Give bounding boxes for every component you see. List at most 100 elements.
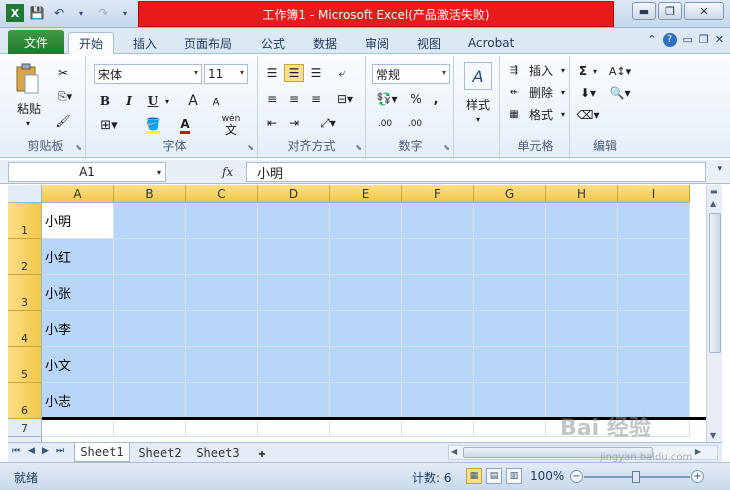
name-box[interactable]: A1 ▾ [8,162,166,182]
cell[interactable] [474,275,546,311]
cell[interactable] [186,311,258,347]
increase-indent-icon[interactable]: ⇥ [284,114,304,132]
dialog-launcher-icon[interactable]: ⬊ [247,143,254,152]
cell[interactable] [402,383,474,419]
cell[interactable] [186,203,258,239]
cell[interactable] [402,239,474,275]
select-all-corner[interactable] [8,185,42,203]
cell[interactable] [114,419,186,437]
font-name-combo[interactable]: 宋体 ▾ [94,64,202,84]
cell[interactable] [402,311,474,347]
chevron-down-icon[interactable]: ▾ [116,4,134,22]
cell[interactable] [258,419,330,437]
restore-icon[interactable]: ❐ [699,33,709,47]
undo-icon[interactable]: ↶ [50,4,68,22]
row-header[interactable]: 6 [8,383,42,419]
sheet-tab-1[interactable]: Sheet1 [74,443,130,462]
align-left-icon[interactable]: ≡ [262,90,282,108]
cell[interactable] [474,383,546,419]
excel-logo-icon[interactable]: X [6,4,24,22]
paste-button[interactable]: 粘贴 [12,100,46,116]
styles-icon[interactable]: A [464,62,492,90]
phonetic-guide-icon[interactable]: wén 文 [216,114,246,136]
cell[interactable] [258,203,330,239]
redo-icon[interactable]: ↷ [94,4,112,22]
zoom-slider[interactable]: − + [570,470,704,484]
cell[interactable] [402,419,474,437]
cell[interactable] [114,347,186,383]
row-header[interactable]: 4 [8,311,42,347]
clear-icon[interactable]: ⌫▾ [576,106,600,124]
cell-a6[interactable]: 小志 [42,383,114,419]
normal-view-icon[interactable]: ▦ [466,468,482,484]
last-sheet-icon[interactable]: ⏭ [56,446,64,456]
column-header-e[interactable]: E [330,185,402,203]
row-header[interactable]: 1 [8,203,42,239]
wrap-text-icon[interactable]: ⤶ [332,64,352,82]
tab-insert[interactable]: 插入 [133,32,157,54]
paste-icon[interactable] [12,62,42,96]
align-right-icon[interactable]: ≡ [306,90,326,108]
help-icon[interactable]: ? [662,33,677,47]
expand-formula-bar-icon[interactable]: ▾ [717,164,722,174]
tab-formulas[interactable]: 公式 [261,32,285,54]
scroll-down-icon[interactable]: ▼ [710,431,716,440]
font-size-combo[interactable]: 11 ▾ [204,64,248,84]
cell[interactable] [402,203,474,239]
cell[interactable] [474,347,546,383]
column-header-c[interactable]: C [186,185,258,203]
align-top-icon[interactable]: ☰ [262,64,282,82]
column-header-i[interactable]: I [618,185,690,203]
column-header-a[interactable]: A [42,185,114,203]
cell[interactable] [402,275,474,311]
cell[interactable] [114,275,186,311]
cell[interactable] [330,311,402,347]
align-middle-icon[interactable]: ☰ [284,64,304,82]
chevron-down-icon[interactable]: ▾ [558,62,568,78]
cell[interactable] [618,311,690,347]
worksheet-grid[interactable]: A B C D E F G H I 1 小明 2 小红 3 小张 4 小李 5 … [8,185,706,442]
chevron-down-icon[interactable]: ▾ [590,62,600,80]
zoom-level[interactable]: 100% [530,469,564,483]
cell[interactable] [114,383,186,419]
close-icon[interactable]: ✕ [715,33,724,47]
fill-icon[interactable]: ⬇▾ [576,84,600,102]
formula-input[interactable]: 小明 [246,162,706,182]
column-header-d[interactable]: D [258,185,330,203]
cell[interactable] [258,383,330,419]
close-icon[interactable]: ✕ [684,2,724,20]
cell[interactable] [474,419,546,437]
cell-a3[interactable]: 小张 [42,275,114,311]
cut-icon[interactable]: ✂ [54,64,72,82]
decrease-decimal-button[interactable]: .00 [402,114,428,134]
cell[interactable] [114,203,186,239]
insert-function-icon[interactable]: fx [222,165,233,179]
chevron-down-icon[interactable]: ▾ [72,4,90,22]
increase-decimal-button[interactable]: .00 [372,114,398,134]
cell[interactable] [186,419,258,437]
tab-view[interactable]: 视图 [417,32,441,54]
currency-icon[interactable]: 💱▾ [372,90,402,108]
column-header-h[interactable]: H [546,185,618,203]
column-header-b[interactable]: B [114,185,186,203]
maximize-icon[interactable]: ❐ [658,2,682,20]
prev-sheet-icon[interactable]: ◀ [28,446,35,456]
italic-button[interactable]: I [120,92,138,110]
cell[interactable] [474,311,546,347]
cell[interactable] [618,347,690,383]
minimize-icon[interactable]: ▬ [632,2,656,20]
dialog-launcher-icon[interactable]: ⬊ [443,143,450,152]
tab-file[interactable]: 文件 [8,30,64,54]
chevron-down-icon[interactable]: ▾ [470,114,486,124]
merge-center-icon[interactable]: ⊟▾ [330,90,360,108]
cell[interactable] [258,275,330,311]
zoom-in-icon[interactable]: + [691,470,704,483]
cell[interactable] [402,347,474,383]
decrease-indent-icon[interactable]: ⇤ [262,114,282,132]
cell-a4[interactable]: 小李 [42,311,114,347]
cell[interactable] [546,239,618,275]
cell[interactable] [618,275,690,311]
percent-button[interactable]: % [408,90,424,108]
zoom-out-icon[interactable]: − [570,470,583,483]
cell-a1[interactable]: 小明 [42,203,114,239]
